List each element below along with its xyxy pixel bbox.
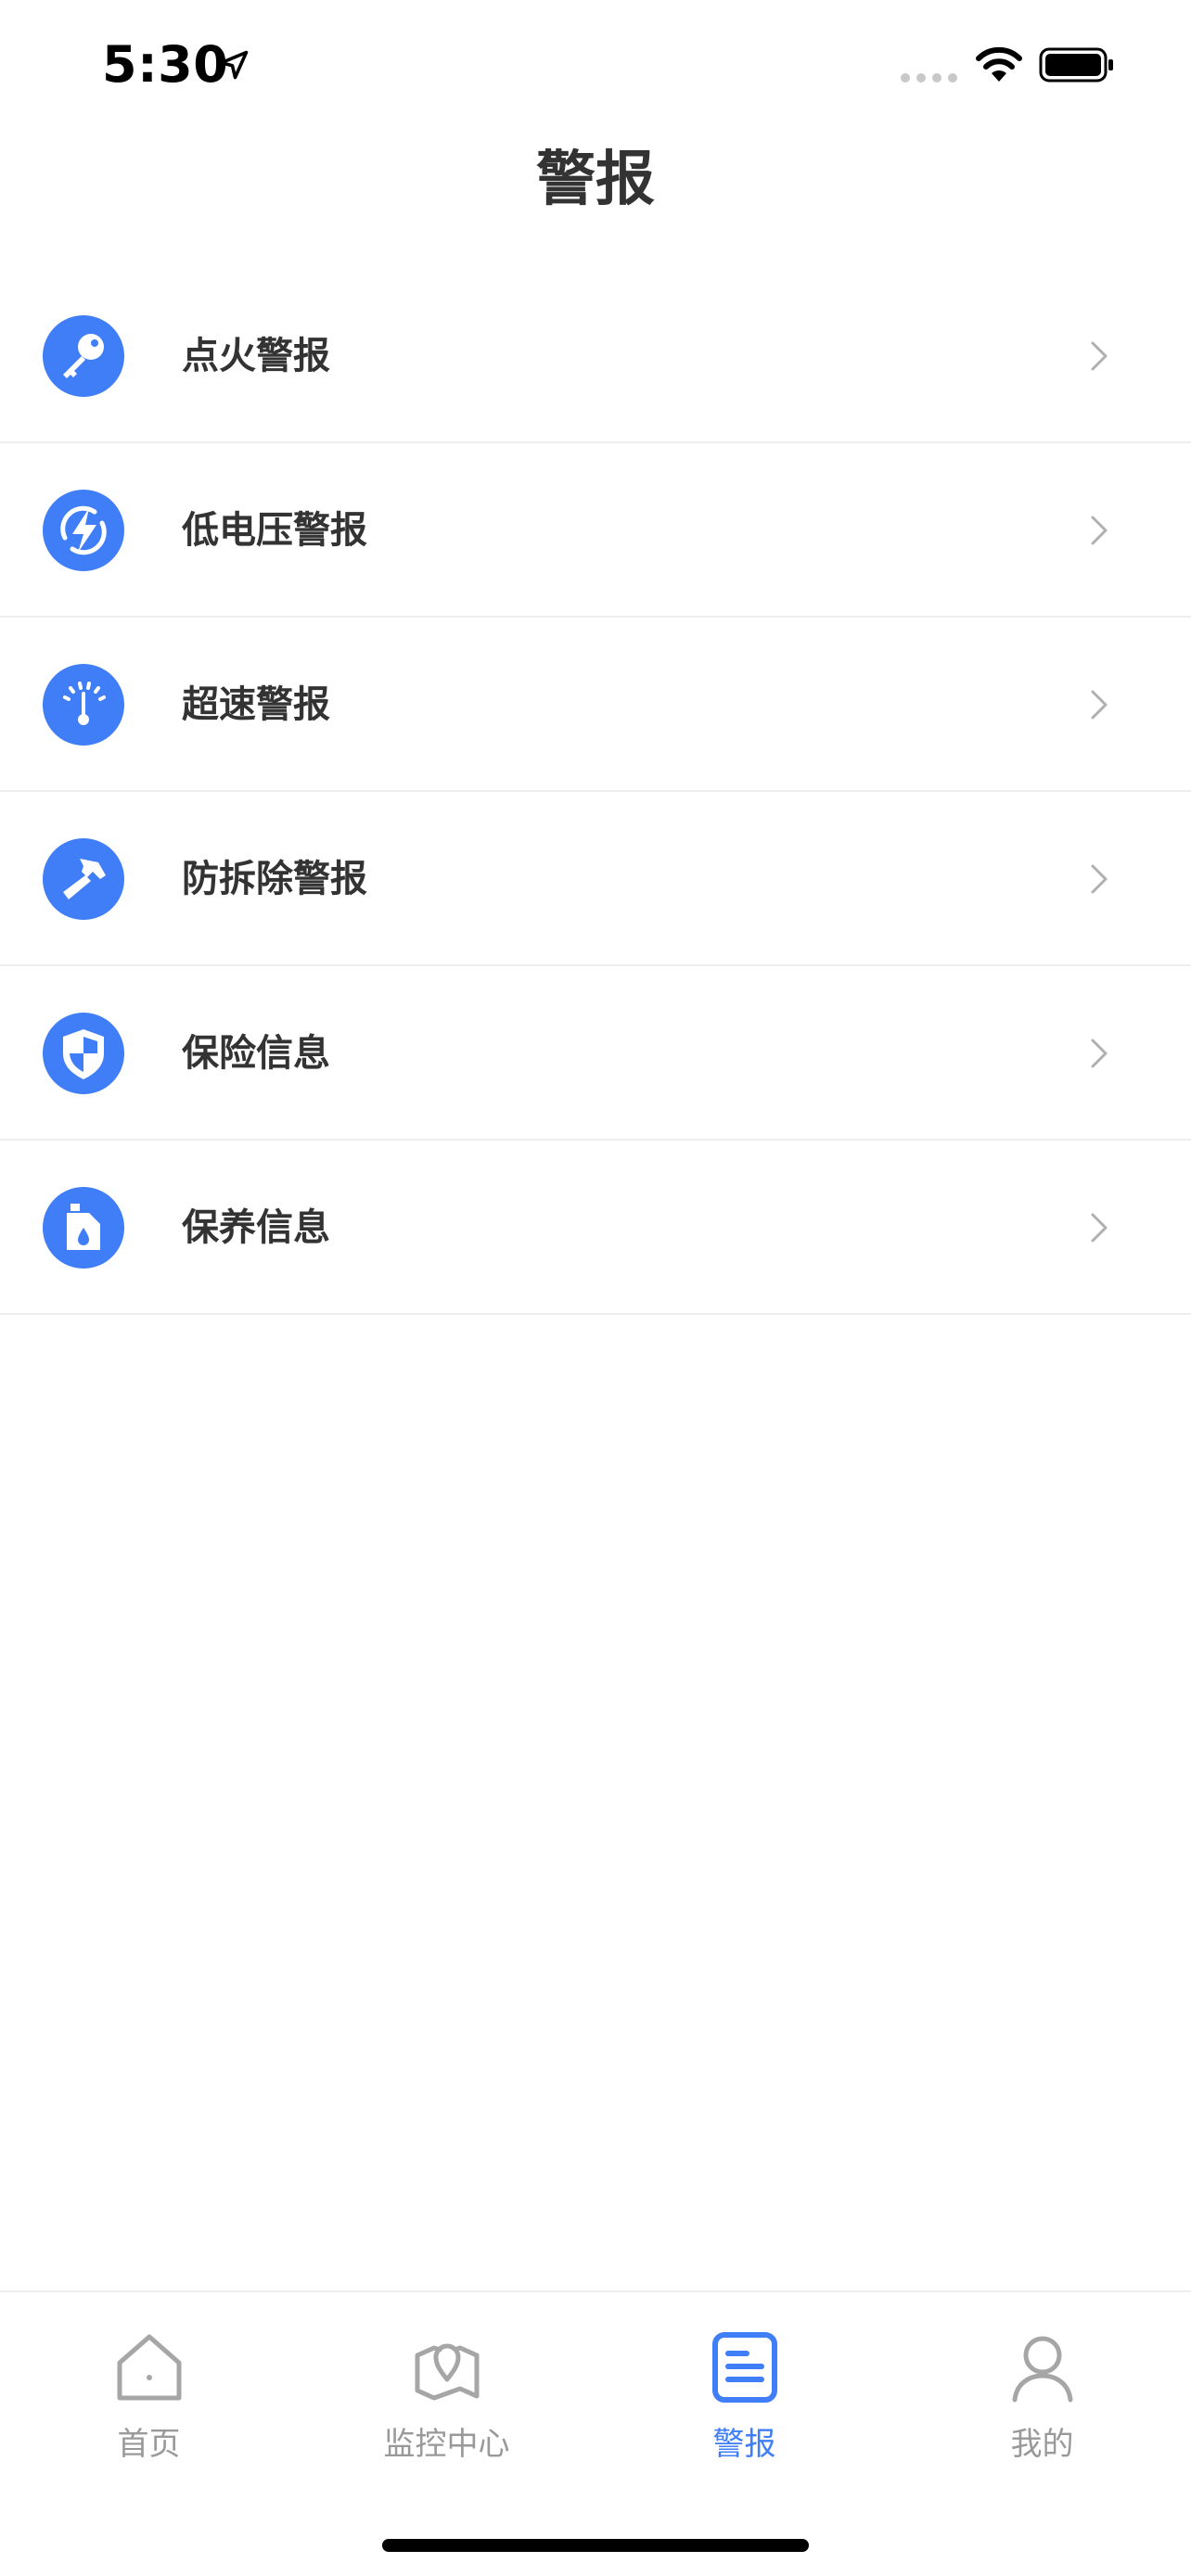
page-title: 警报	[536, 146, 655, 214]
chevron-right-icon	[1091, 1213, 1108, 1243]
chevron-right-icon	[1091, 1039, 1108, 1068]
tab-home[interactable]: 首页	[0, 2292, 298, 2487]
chevron-right-icon	[1091, 341, 1108, 371]
person-icon	[1012, 2336, 1072, 2403]
menu-item-label: 防拆除警报	[182, 858, 367, 900]
home-indicator	[382, 2539, 809, 2552]
status-bar: 5:30	[0, 0, 1191, 130]
chevron-right-icon	[1091, 516, 1108, 545]
tab-label: 我的	[1010, 2426, 1074, 2463]
tab-monitoring-center[interactable]: 监控中心	[298, 2292, 596, 2487]
chevron-right-icon	[1091, 864, 1108, 894]
wifi-icon	[976, 46, 1022, 82]
alarm-page: 5:30 警报 点火警报 低电压警报 超速警报 防拆除警报 保险信息 保养信息 …	[0, 0, 1191, 2576]
home-icon	[117, 2334, 181, 2401]
menu-item-maintenance-info[interactable]: 保养信息	[0, 1141, 1191, 1315]
menu-item-tamper-alarm[interactable]: 防拆除警报	[0, 792, 1191, 966]
menu-item-overspeed-alarm[interactable]: 超速警报	[0, 618, 1191, 792]
menu-item-label: 保养信息	[182, 1206, 330, 1249]
document-icon	[711, 2332, 777, 2403]
tab-label: 首页	[117, 2426, 181, 2463]
tab-alarm[interactable]: 警报	[596, 2292, 893, 2487]
battery-icon	[1039, 47, 1113, 83]
speedometer-icon	[43, 664, 124, 746]
location-arrow-icon	[219, 50, 249, 80]
lightning-icon	[43, 490, 124, 571]
menu-item-label: 保险信息	[182, 1032, 330, 1075]
chevron-right-icon	[1091, 690, 1108, 720]
map-pin-icon	[415, 2343, 479, 2401]
menu-item-insurance-info[interactable]: 保险信息	[0, 966, 1191, 1141]
tab-bar: 首页 监控中心 警报 我的	[0, 2290, 1191, 2576]
menu-item-low-voltage-alarm[interactable]: 低电压警报	[0, 443, 1191, 618]
shield-icon	[43, 1013, 124, 1094]
alarm-menu-list: 点火警报 低电压警报 超速警报 防拆除警报 保险信息 保养信息	[0, 269, 1191, 1315]
tab-label: 警报	[712, 2426, 776, 2463]
hammer-icon	[43, 838, 124, 920]
menu-item-label: 超速警报	[182, 683, 330, 726]
menu-item-ignition-alarm[interactable]: 点火警报	[0, 269, 1191, 443]
menu-item-label: 点火警报	[182, 335, 330, 377]
key-icon	[43, 315, 124, 397]
tab-mine[interactable]: 我的	[893, 2292, 1191, 2487]
tab-label: 监控中心	[383, 2426, 510, 2463]
status-time: 5:30	[102, 35, 229, 94]
menu-item-label: 低电压警报	[182, 509, 367, 552]
oil-can-icon	[43, 1187, 124, 1269]
cellular-signal-icon	[901, 73, 957, 83]
